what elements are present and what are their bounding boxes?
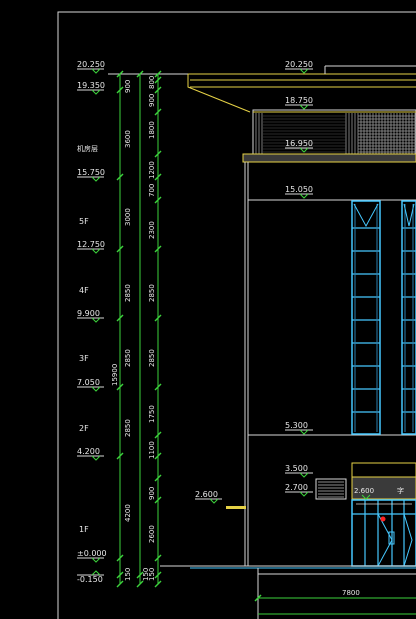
dim-text: 900	[124, 80, 132, 93]
floor-label-2f: 2F	[79, 424, 89, 433]
elevation-mark-16950: 16.950	[285, 139, 313, 153]
dim-text: 2850	[148, 349, 156, 367]
elevation-text: 3.500	[285, 464, 308, 473]
window-columns	[351, 200, 416, 435]
bottom-dimension: 7800	[254, 589, 416, 615]
dim-text: 2300	[148, 221, 156, 239]
louver-panel	[255, 113, 416, 154]
elevation-mark-2700: 2.700	[285, 483, 313, 497]
elevation-text: 2.700	[285, 483, 308, 492]
elevation-text: 20.250	[77, 60, 105, 69]
elevation-drawing: 20.250 19.350 机房层 15.750 5F 12.750 4F 9.…	[57, 11, 416, 619]
dim-text: 1200	[148, 161, 156, 179]
left-elevation-marks: 20.250 19.350 机房层 15.750 5F 12.750 4F 9.…	[77, 60, 107, 584]
elevation-mark-15050: 15.050	[285, 185, 313, 199]
dimension-texts-col2: 15900 150	[111, 364, 150, 581]
floor-label-5f: 5F	[79, 217, 89, 226]
dim-text: 1100	[148, 441, 156, 459]
dim-text: 700	[148, 184, 156, 197]
roof-level-label: 机房层	[77, 144, 98, 153]
door-indicator-dot	[380, 516, 386, 522]
elevation-text: 2.600	[354, 487, 374, 495]
dim-text: 2850	[124, 349, 132, 367]
elevation-text: -0.150	[77, 575, 103, 584]
floor-label-3f: 3F	[79, 354, 89, 363]
signage-mark: 字	[397, 486, 404, 495]
elevation-mark-15750: 15.750	[77, 168, 105, 182]
elevation-text: 18.750	[285, 96, 313, 105]
dim-text: 900	[148, 487, 156, 500]
elevation-text: ±0.000	[77, 549, 107, 558]
elevation-mark-0000: ±0.000	[77, 549, 107, 563]
dim-text: 2600	[148, 525, 156, 543]
building-elevation-marks: 20.250 18.750 16.950 15.050 5.300 3.500	[195, 60, 374, 504]
elevation-mark-roof-20250: 20.250	[285, 60, 313, 74]
dim-text: 3600	[124, 130, 132, 148]
elevation-mark-19350: 19.350	[77, 81, 105, 95]
window-frame	[351, 200, 381, 435]
elevation-text: 12.750	[77, 240, 105, 249]
floor-label-1f: 1F	[79, 525, 89, 534]
dim-text: 1750	[148, 405, 156, 423]
entrance-doors	[351, 499, 416, 567]
dim-text: 2850	[148, 284, 156, 302]
elevation-text: 7.050	[77, 378, 100, 387]
elevation-text: 15.050	[285, 185, 313, 194]
elevation-text: 16.950	[285, 139, 313, 148]
elevation-text: 15.750	[77, 168, 105, 177]
elevation-text: 4.200	[77, 447, 100, 456]
dim-text: 15900	[111, 364, 119, 386]
elevation-mark-7050: 7.050	[77, 378, 104, 392]
elevation-text: 19.350	[77, 81, 105, 90]
dim-text: 800	[148, 76, 156, 89]
floor-label-4f: 4F	[79, 286, 89, 295]
dim-text-7800: 7800	[342, 589, 360, 597]
dim-text: 1800	[148, 121, 156, 139]
elevation-mark-20250: 20.250	[77, 60, 105, 74]
dim-text: 2850	[124, 284, 132, 302]
elevation-text: 2.600	[195, 490, 218, 499]
dim-text: 4200	[124, 504, 132, 522]
elevation-mark-5300: 5.300	[285, 421, 313, 435]
elevation-text: 5.300	[285, 421, 308, 430]
dim-text: 900	[148, 94, 156, 107]
cad-viewport[interactable]: 20.250 19.350 机房层 15.750 5F 12.750 4F 9.…	[0, 0, 416, 619]
elevation-mark-minus0150: -0.150	[77, 570, 104, 584]
window-frame	[401, 200, 416, 435]
dimension-texts-col3: 800 900 1800 1200 700 2300 2850 2850 175…	[148, 76, 156, 581]
dim-text: 3000	[124, 208, 132, 226]
elevation-text: 9.900	[77, 309, 100, 318]
elevation-mark-9900: 9.900	[77, 309, 104, 323]
dim-text: 2850	[124, 419, 132, 437]
building-outline: 字	[160, 65, 416, 619]
elevation-mark-4200: 4.200	[77, 447, 104, 461]
elevation-text: 20.250	[285, 60, 313, 69]
dim-text: 150	[148, 568, 156, 581]
elevation-mark-3500: 3.500	[285, 464, 313, 478]
vent-grille	[318, 481, 344, 498]
drawing-frame	[57, 11, 416, 619]
elevation-mark-2600-left: 2.600	[195, 490, 222, 504]
dim-text: 150	[124, 568, 132, 581]
dimension-chains	[108, 73, 190, 584]
dimension-texts-col1: 900 3600 3000 2850 2850 2850 4200 150	[124, 80, 132, 581]
elevation-mark-12750: 12.750	[77, 240, 105, 254]
elevation-mark-18750: 18.750	[285, 96, 313, 110]
